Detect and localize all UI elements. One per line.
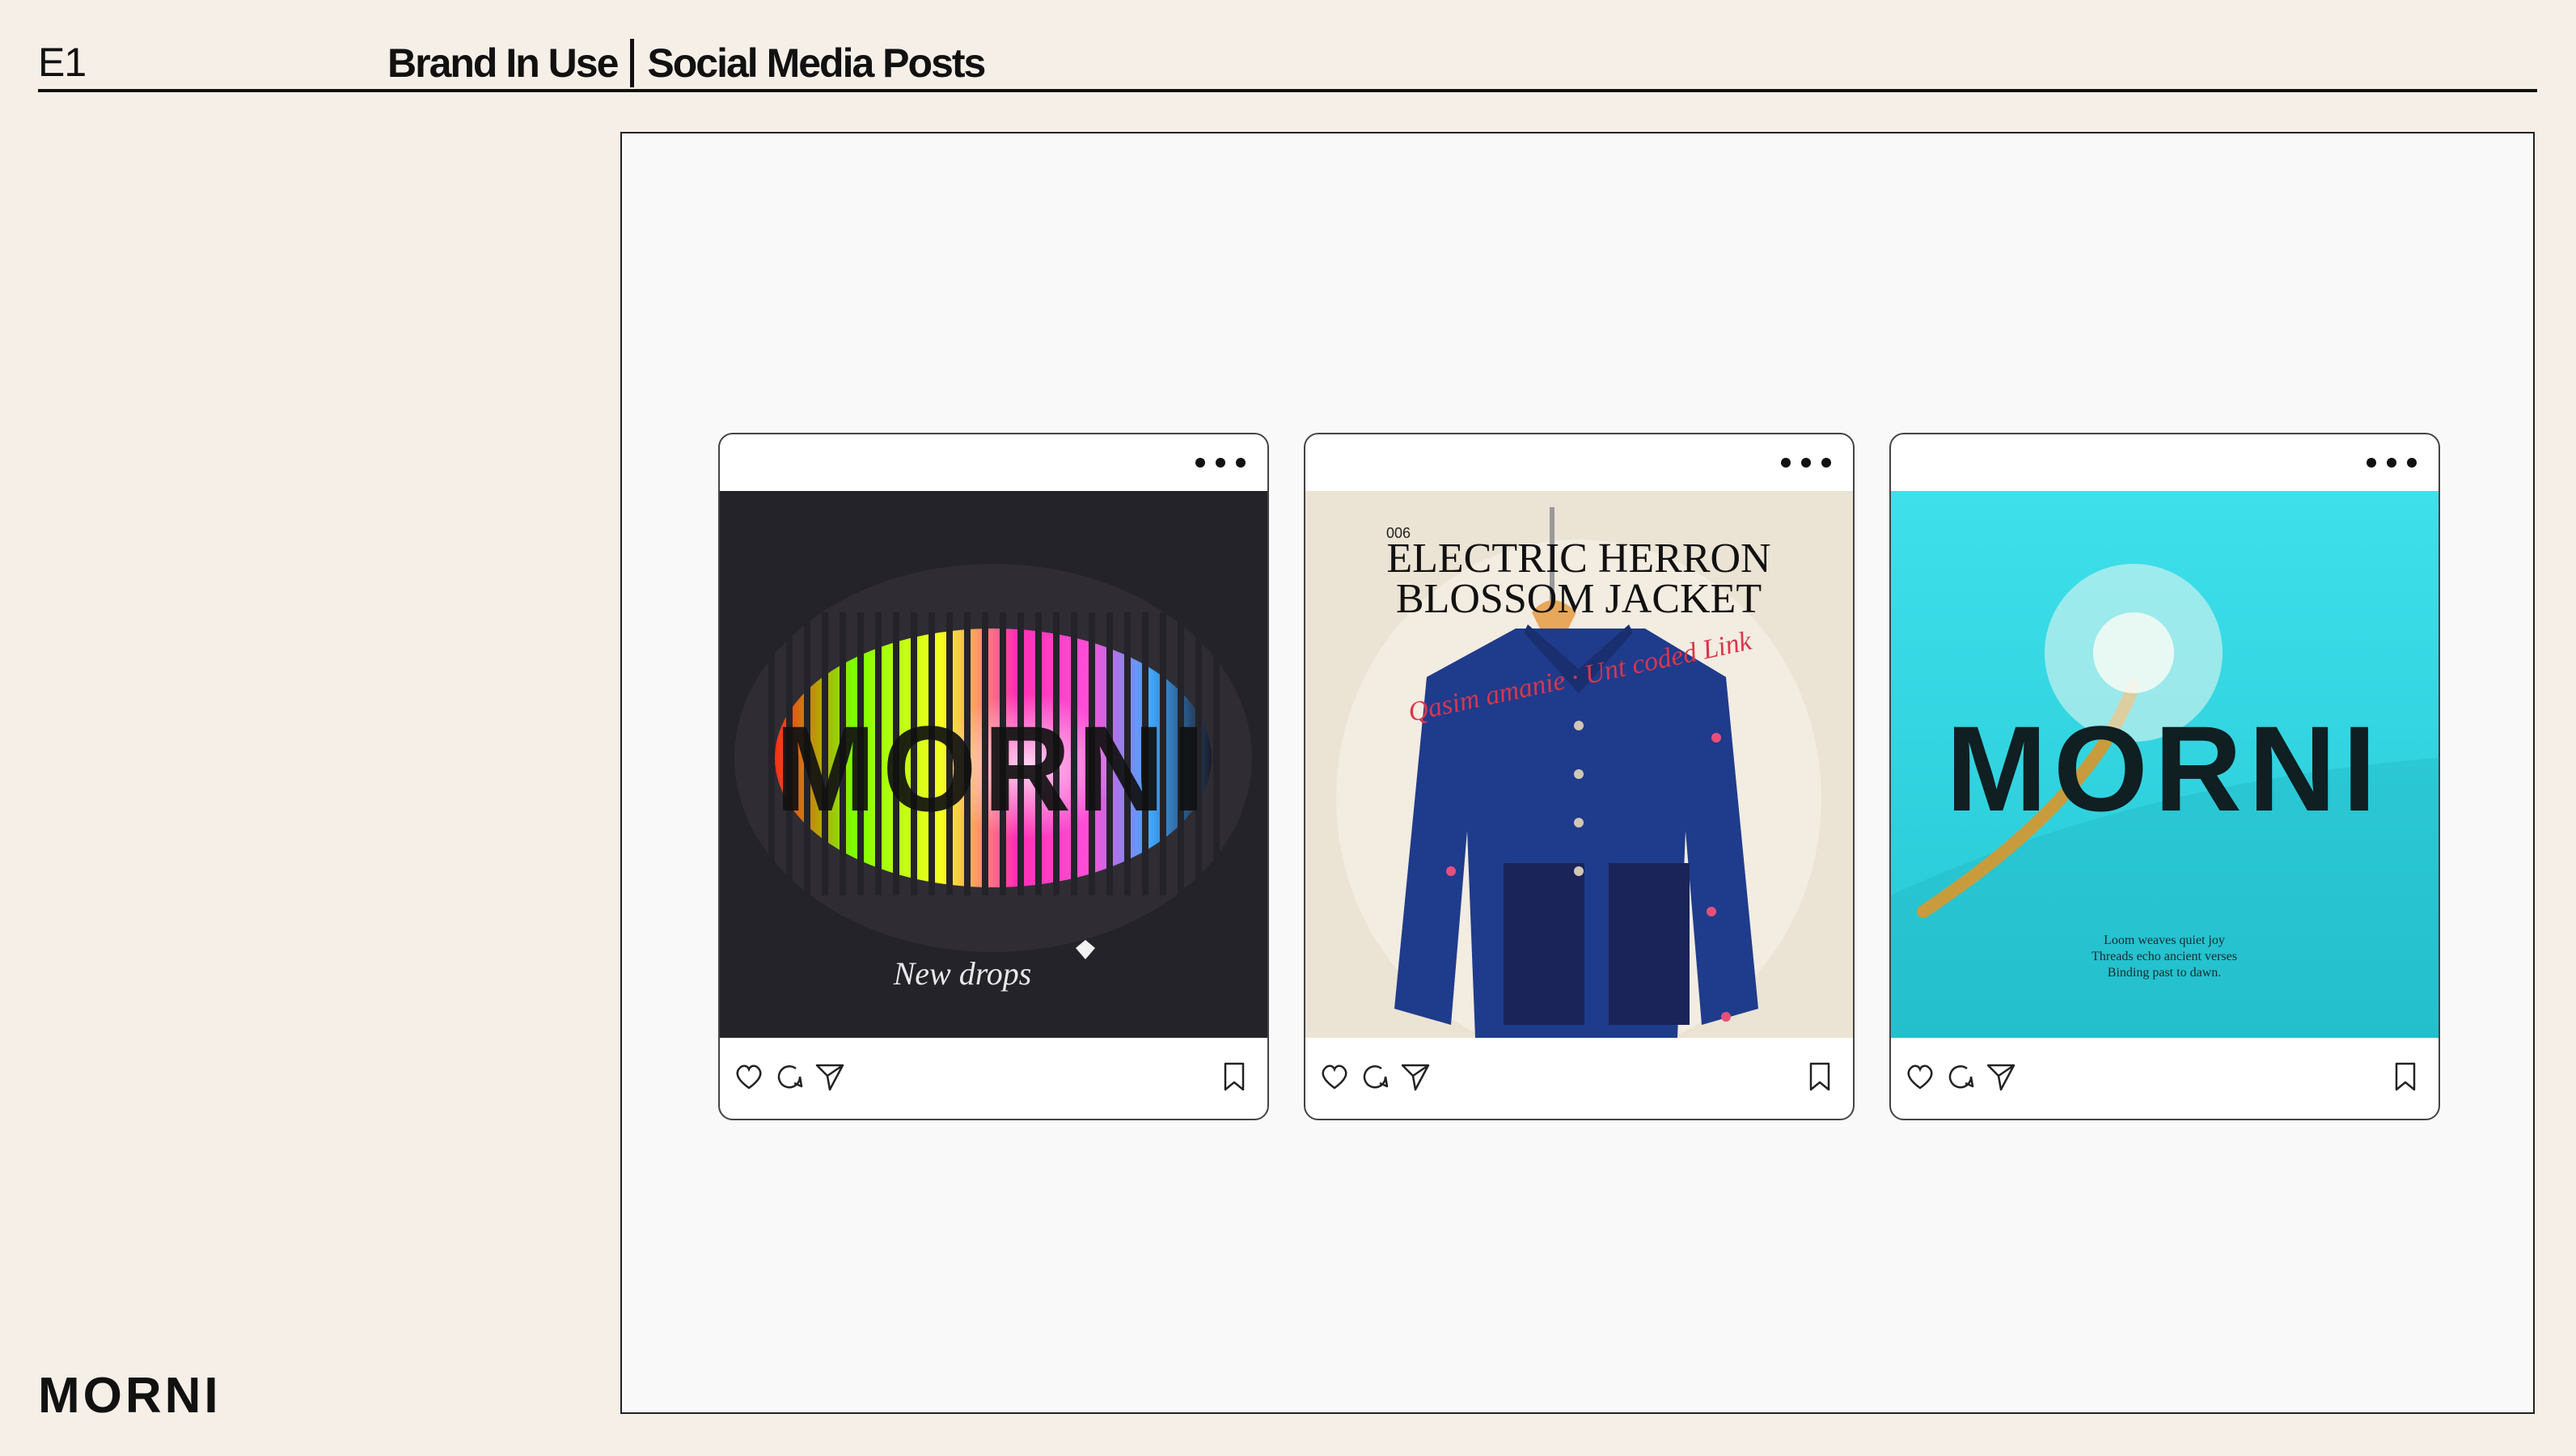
post-image-morni-rainbow: MORNI New drops bbox=[720, 491, 1267, 1038]
post-header bbox=[1891, 434, 2439, 491]
social-post-1[interactable]: MORNI New drops bbox=[718, 433, 1269, 1120]
post-poem-line2: Threads echo ancient verses bbox=[2092, 950, 2237, 963]
social-post-3[interactable]: MORNI Loom weaves quiet joy Threads echo… bbox=[1889, 433, 2440, 1120]
post-header bbox=[720, 434, 1267, 491]
heart-icon[interactable] bbox=[733, 1060, 765, 1093]
subsection-title: Social Media Posts bbox=[647, 40, 986, 86]
post-title-line2: BLOSSOM JACKET bbox=[1396, 576, 1762, 622]
presentation-canvas: MORNI New drops 006 ELECTRIC HERRON BLOS… bbox=[620, 132, 2535, 1414]
logo-text: MORNI bbox=[38, 1372, 222, 1420]
post-image-jacket: 006 ELECTRIC HERRON BLOSSOM JACKET Qasim… bbox=[1305, 491, 1853, 1038]
more-icon[interactable] bbox=[2366, 457, 2417, 468]
share-icon[interactable] bbox=[1399, 1060, 1432, 1093]
header-bar: E1 Brand In Use Social Media Posts bbox=[38, 32, 2537, 92]
post-actions bbox=[1891, 1038, 2439, 1119]
post-poem-line3: Binding past to dawn. bbox=[2108, 966, 2221, 980]
heart-icon[interactable] bbox=[1904, 1060, 1936, 1093]
section-title: Brand In Use bbox=[387, 40, 619, 86]
comment-icon[interactable] bbox=[1944, 1060, 1977, 1093]
more-icon[interactable] bbox=[1780, 457, 1832, 468]
post-actions bbox=[1305, 1038, 1853, 1119]
post-caption: New drops bbox=[893, 955, 1032, 992]
post-brand-text: MORNI bbox=[775, 700, 1212, 836]
comment-icon[interactable] bbox=[773, 1060, 806, 1093]
bookmark-icon[interactable] bbox=[2389, 1060, 2422, 1093]
title-divider bbox=[630, 39, 635, 87]
comment-icon[interactable] bbox=[1359, 1060, 1391, 1093]
more-icon[interactable] bbox=[1195, 457, 1246, 468]
page-title: Brand In Use Social Media Posts bbox=[387, 39, 986, 87]
post-poem-line1: Loom weaves quiet joy bbox=[2104, 933, 2225, 947]
post-actions bbox=[720, 1038, 1267, 1119]
heart-icon[interactable] bbox=[1318, 1060, 1351, 1093]
share-icon[interactable] bbox=[814, 1060, 846, 1093]
post-image-dandelion: MORNI Loom weaves quiet joy Threads echo… bbox=[1891, 491, 2439, 1038]
bookmark-icon[interactable] bbox=[1218, 1060, 1250, 1093]
social-post-2[interactable]: 006 ELECTRIC HERRON BLOSSOM JACKET Qasim… bbox=[1304, 433, 1855, 1120]
share-icon[interactable] bbox=[1985, 1060, 2017, 1093]
page-code: E1 bbox=[38, 40, 87, 85]
post-header bbox=[1305, 434, 1853, 491]
post-brand-text: MORNI bbox=[1946, 700, 2383, 836]
post-title-line1: ELECTRIC HERRON bbox=[1386, 535, 1770, 582]
bookmark-icon[interactable] bbox=[1804, 1060, 1836, 1093]
brand-logo: MORNI bbox=[38, 1372, 222, 1420]
